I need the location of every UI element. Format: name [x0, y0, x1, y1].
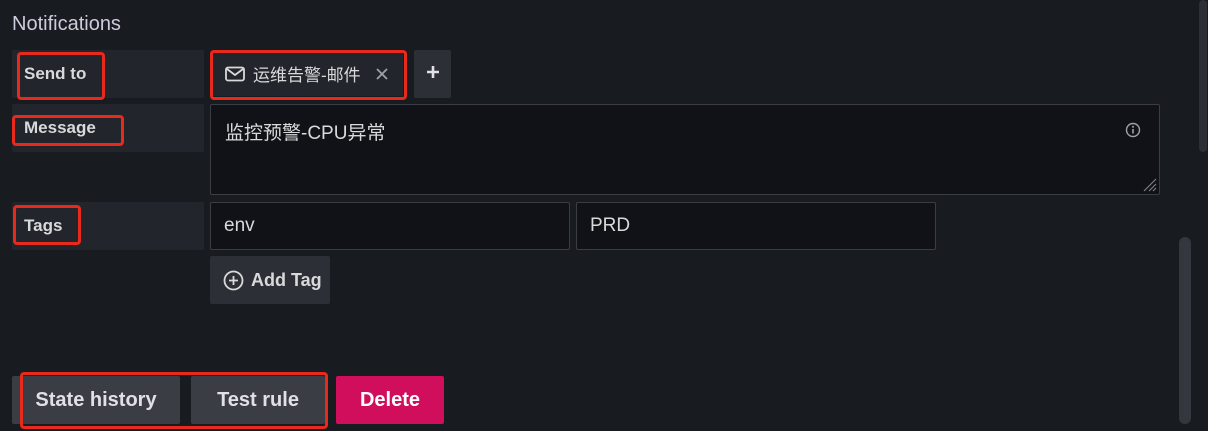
tag-value-value: PRD	[590, 215, 631, 236]
tag-key-value: env	[224, 215, 255, 236]
tags-label: Tags	[12, 202, 204, 250]
message-label: Message	[12, 104, 204, 152]
outer-scrollbar-thumb[interactable]	[1199, 0, 1207, 152]
info-icon[interactable]	[1125, 122, 1141, 138]
add-tag-label: Add Tag	[251, 269, 322, 290]
state-history-button[interactable]: State history	[12, 376, 180, 424]
send-to-label: Send to	[12, 50, 204, 98]
message-text: 监控预警-CPU异常	[225, 123, 386, 144]
tag-value-input[interactable]: PRD	[576, 202, 936, 250]
add-tag-button[interactable]: Add Tag	[210, 256, 330, 304]
tags-label-text: Tags	[24, 216, 63, 235]
test-rule-button[interactable]: Test rule	[191, 376, 325, 424]
delete-label: Delete	[359, 388, 421, 411]
notifications-panel: Notifications Send to 运维告警-邮件 Message 监控…	[0, 0, 1208, 431]
plus-circle-icon	[223, 270, 244, 291]
test-rule-label: Test rule	[217, 388, 299, 411]
resize-handle-icon[interactable]	[1139, 174, 1157, 192]
tag-key-input[interactable]: env	[210, 202, 570, 250]
plus-icon	[426, 65, 440, 84]
state-history-label: State history	[35, 388, 157, 411]
recipient-chip[interactable]: 运维告警-邮件	[213, 51, 403, 96]
add-recipient-button[interactable]	[414, 50, 451, 98]
send-to-label-text: Send to	[24, 64, 87, 83]
recipient-chip-text: 运维告警-邮件	[253, 66, 361, 85]
message-label-text: Message	[24, 118, 96, 137]
close-icon[interactable]	[375, 67, 389, 81]
panel-scrollbar-thumb[interactable]	[1179, 237, 1191, 424]
section-title: Notifications	[12, 13, 121, 35]
message-textarea[interactable]: 监控预警-CPU异常	[210, 104, 1160, 195]
delete-button[interactable]: Delete	[336, 376, 444, 424]
mail-icon	[225, 66, 245, 82]
